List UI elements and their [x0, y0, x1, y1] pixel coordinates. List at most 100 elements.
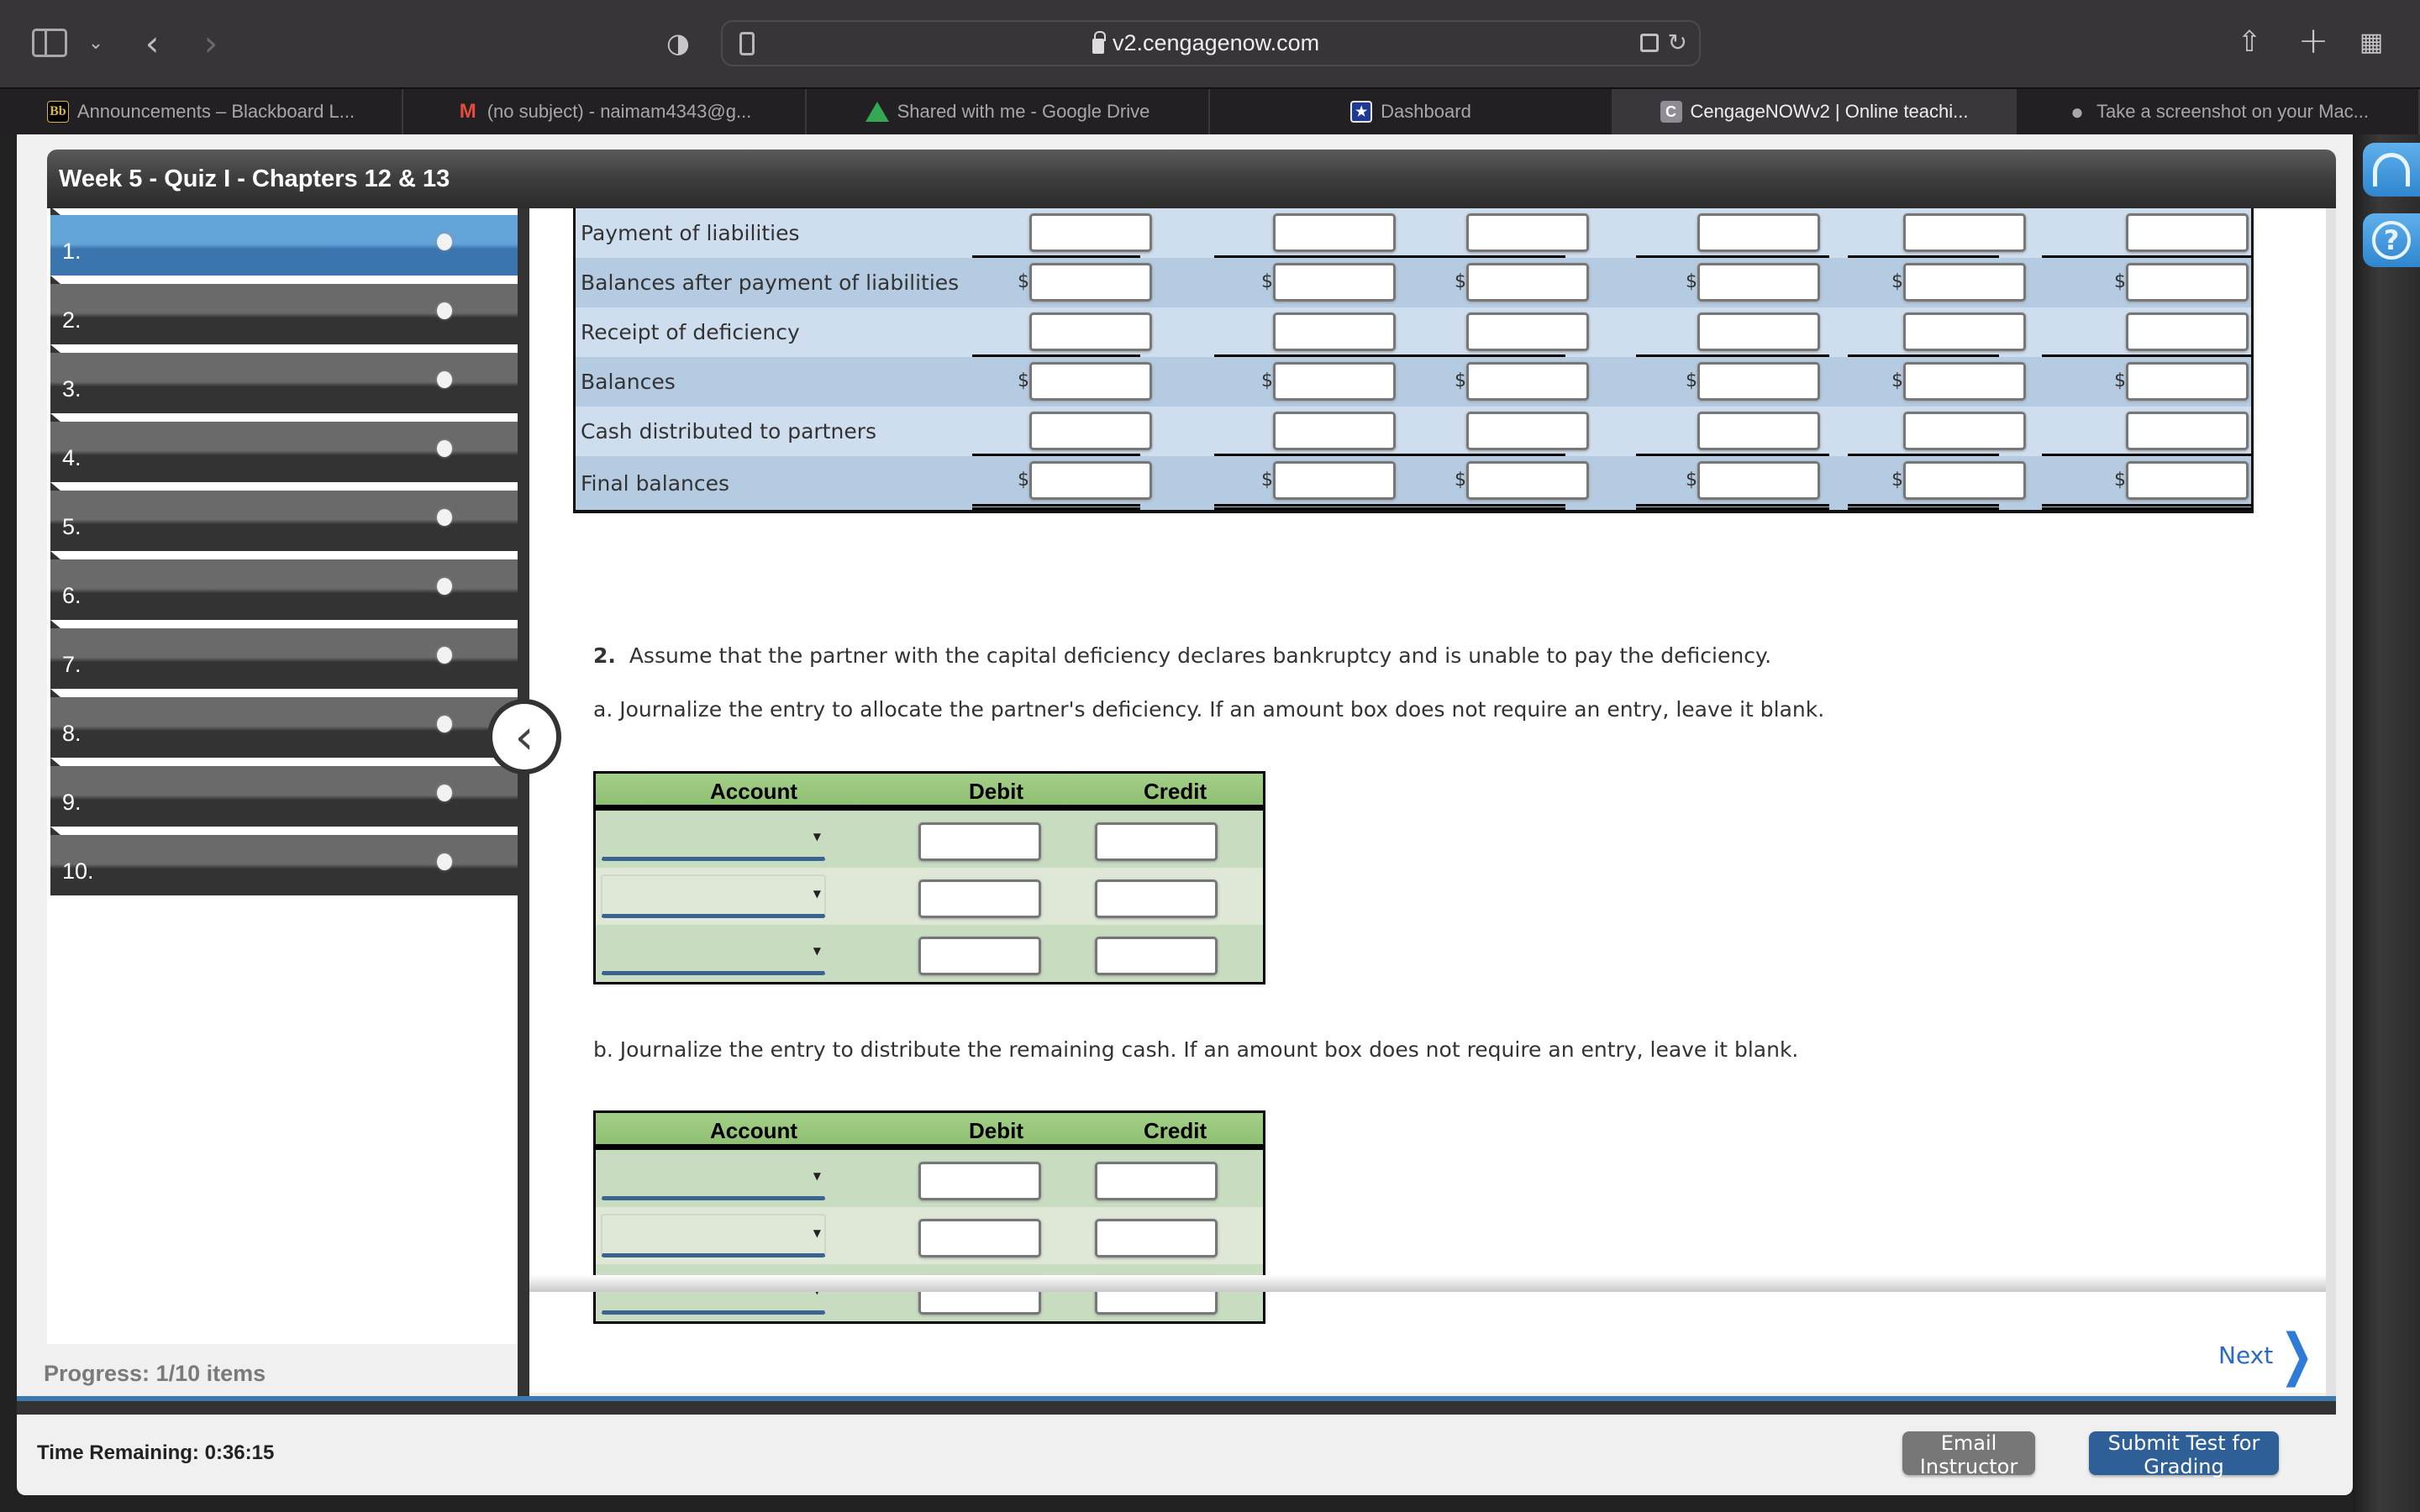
privacy-shield-icon[interactable]: ◑: [666, 27, 691, 59]
question-nav-item[interactable]: 9.: [50, 758, 518, 827]
amount-input[interactable]: [1903, 362, 2026, 401]
amount-input[interactable]: [1697, 263, 1820, 302]
tab-dashboard[interactable]: ★ Dashboard: [1210, 89, 1613, 134]
submit-test-button[interactable]: Submit Test for Grading: [2089, 1431, 2279, 1478]
amount-input[interactable]: [1273, 263, 1396, 302]
amount-input[interactable]: [1903, 461, 2026, 500]
credit-input[interactable]: [1095, 879, 1218, 918]
collapse-navigator-button[interactable]: ‹: [487, 699, 561, 774]
amount-input[interactable]: [1697, 461, 1820, 500]
share-icon[interactable]: ⇧: [2237, 24, 2262, 60]
tab-gmail[interactable]: M (no subject) - naimam4343@g...: [403, 89, 807, 134]
debit-input[interactable]: [918, 879, 1041, 918]
amount-input[interactable]: [1029, 312, 1152, 351]
reader-mode-icon[interactable]: [739, 32, 755, 55]
help-button[interactable]: ?: [2363, 213, 2420, 267]
amount-input[interactable]: [1466, 312, 1589, 351]
credit-input[interactable]: [1095, 937, 1218, 975]
amount-input[interactable]: [2126, 412, 2249, 450]
credit-input[interactable]: [1095, 1219, 1218, 1257]
schedule-row: Payment of liabilities: [576, 208, 2252, 258]
amount-input[interactable]: [1903, 263, 2026, 302]
picture-in-picture-icon[interactable]: [1640, 34, 1659, 52]
amount-input[interactable]: [1466, 412, 1589, 450]
question-nav-item[interactable]: 10.: [50, 827, 518, 895]
amount-input[interactable]: [1029, 362, 1152, 401]
tab-mac-screenshot[interactable]: ● Take a screenshot on your Mac...: [2017, 89, 2420, 134]
new-tab-plus-icon[interactable]: +: [2298, 19, 2329, 62]
question-nav-item[interactable]: 6.: [50, 551, 518, 620]
email-instructor-button[interactable]: Email Instructor: [1902, 1431, 2035, 1478]
amount-input[interactable]: [1697, 362, 1820, 401]
question-nav-item[interactable]: 3.: [50, 344, 518, 413]
question-navigator: 1. 2. 3. 4. 5. 6. 7. 8. 9. 10.: [47, 207, 518, 1393]
column-header-credit: Credit: [1144, 779, 1207, 804]
scrollbar-track[interactable]: [2326, 208, 2336, 1397]
account-select[interactable]: [601, 932, 826, 975]
question-nav-item[interactable]: 7.: [50, 620, 518, 689]
amount-input[interactable]: [1466, 213, 1589, 252]
debit-input[interactable]: [918, 937, 1041, 975]
tab-cengage[interactable]: C CengageNOWv2 | Online teachi...: [1613, 89, 2017, 134]
journal-table-part-a: Account Debit Credit: [593, 771, 1265, 984]
next-button[interactable]: Next ❯: [2218, 1322, 2313, 1388]
reload-icon[interactable]: ↻: [1668, 29, 1687, 56]
forward-arrow-icon[interactable]: ›: [198, 23, 224, 64]
amount-input[interactable]: [1273, 461, 1396, 500]
support-headset-button[interactable]: [2363, 143, 2420, 197]
amount-input[interactable]: [2126, 213, 2249, 252]
amount-input[interactable]: [1903, 412, 2026, 450]
amount-input[interactable]: [1273, 312, 1396, 351]
sidebar-toggle-icon[interactable]: [32, 29, 67, 57]
amount-input[interactable]: [1903, 213, 2026, 252]
amount-input[interactable]: [1697, 213, 1820, 252]
address-bar[interactable]: v2.cengagenow.com ↻: [721, 20, 1701, 66]
status-dot-icon: [437, 440, 452, 457]
journal-header: Account Debit Credit: [596, 774, 1263, 811]
question-nav-item[interactable]: 5.: [50, 482, 518, 551]
account-select[interactable]: [601, 817, 826, 861]
amount-input[interactable]: [1029, 213, 1152, 252]
question-nav-item[interactable]: 8.: [50, 689, 518, 758]
amount-input[interactable]: [2126, 362, 2249, 401]
back-arrow-icon[interactable]: ‹: [139, 23, 165, 64]
amount-input[interactable]: [1273, 412, 1396, 450]
amount-input[interactable]: [2126, 263, 2249, 302]
credit-input[interactable]: [1095, 822, 1218, 861]
amount-input[interactable]: [1466, 263, 1589, 302]
tab-google-drive[interactable]: Shared with me - Google Drive: [807, 89, 1210, 134]
tab-label: Announcements – Blackboard L...: [76, 101, 355, 122]
debit-input[interactable]: [918, 1219, 1041, 1257]
account-select[interactable]: [601, 1214, 826, 1257]
debit-input[interactable]: [918, 1162, 1041, 1200]
navigator-divider: [518, 208, 529, 1398]
amount-input[interactable]: [2126, 312, 2249, 351]
account-select[interactable]: [601, 874, 826, 918]
url-text[interactable]: v2.cengagenow.com: [1113, 30, 1319, 56]
tab-blackboard[interactable]: Bb Announcements – Blackboard L...: [0, 89, 403, 134]
amount-input[interactable]: [1903, 312, 2026, 351]
amount-input[interactable]: [1466, 362, 1589, 401]
amount-input[interactable]: [1697, 412, 1820, 450]
amount-input[interactable]: [2126, 461, 2249, 500]
amount-input[interactable]: [1029, 263, 1152, 302]
tab-overview-icon[interactable]: ▦: [2358, 28, 2385, 57]
row-label: Receipt of deficiency: [581, 320, 800, 344]
debit-input[interactable]: [918, 822, 1041, 861]
dollar-sign: $: [1686, 470, 1697, 491]
quiz-page: Week 5 - Quiz I - Chapters 12 & 13 1. 2. 3…: [17, 134, 2353, 1495]
amount-input[interactable]: [1466, 461, 1589, 500]
credit-input[interactable]: [1095, 1162, 1218, 1200]
account-select[interactable]: [601, 1157, 826, 1200]
amount-input[interactable]: [1029, 461, 1152, 500]
amount-input[interactable]: [1273, 362, 1396, 401]
amount-input[interactable]: [1273, 213, 1396, 252]
question-nav-item[interactable]: 4.: [50, 413, 518, 482]
amount-input[interactable]: [1697, 312, 1820, 351]
chevron-down-icon[interactable]: ⌄: [86, 30, 106, 55]
question-nav-item[interactable]: 1.: [50, 207, 518, 276]
amount-input[interactable]: [1029, 412, 1152, 450]
part-b-instruction: b. Journalize the entry to distribute th…: [593, 1037, 1799, 1062]
dollar-sign: $: [1686, 370, 1697, 391]
question-nav-item[interactable]: 2.: [50, 276, 518, 344]
